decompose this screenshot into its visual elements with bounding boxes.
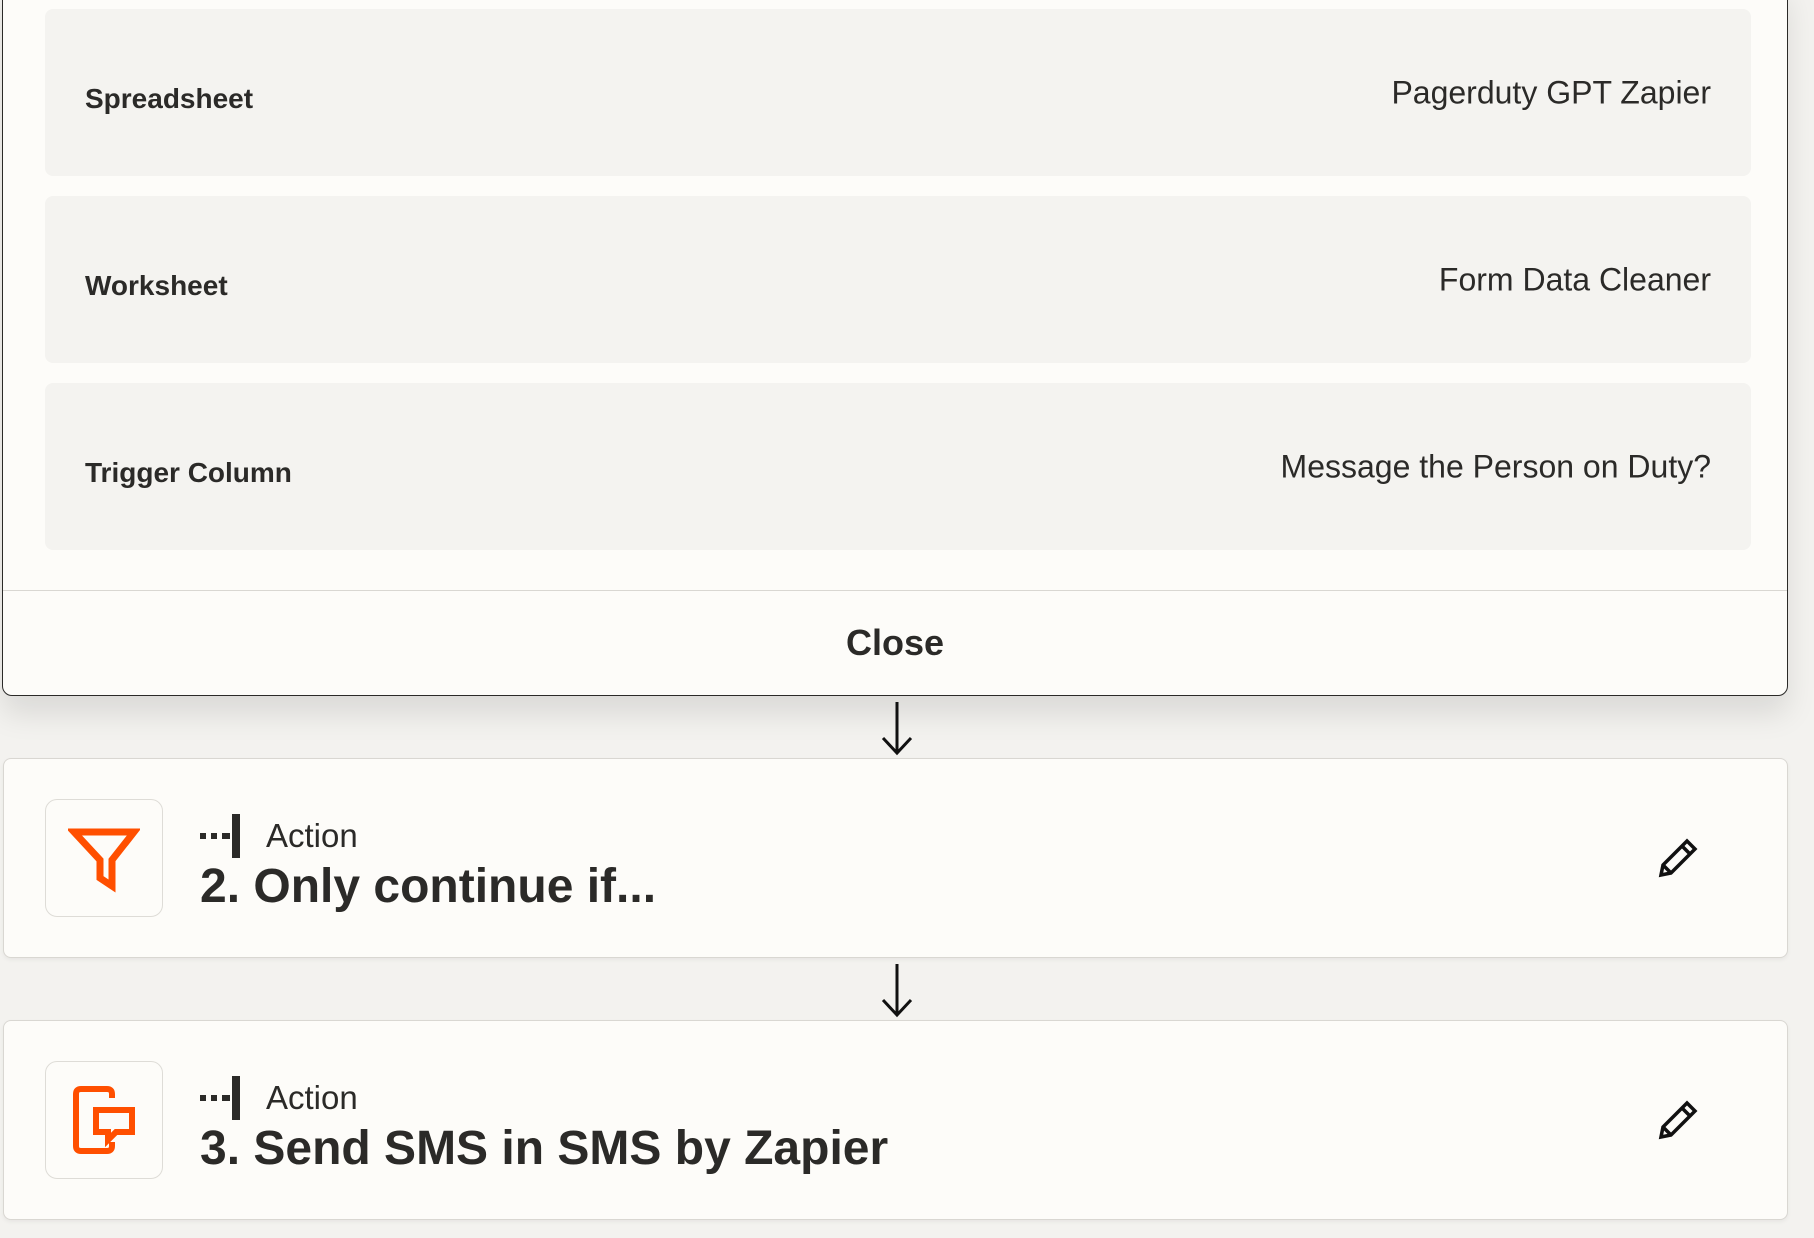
pencil-icon[interactable] [1653,833,1703,883]
field-label: Spreadsheet [85,82,254,114]
filter-icon [68,828,140,893]
field-row-worksheet[interactable]: Worksheet Form Data Cleaner [45,196,1751,363]
step-title: 3. Send SMS in SMS by Zapier [200,1122,889,1175]
action-step-icon [200,814,240,858]
step-app-icon [45,799,163,917]
step-kind: Action [200,1075,358,1121]
field-row-trigger-column[interactable]: Trigger Column Message the Person on Dut… [45,383,1751,550]
close-button[interactable]: Close [840,621,950,665]
field-value: Message the Person on Duty? [1280,448,1711,484]
step-kind-label: Action [266,1079,358,1116]
step-kind-label: Action [266,817,358,854]
field-value: Form Data Cleaner [1438,261,1711,297]
sms-icon [73,1086,135,1154]
arrow-down-icon [881,702,913,756]
step-title: 2. Only continue if... [200,860,657,913]
pencil-icon[interactable] [1653,1095,1703,1145]
step-kind: Action [200,813,358,859]
step-details-panel: Spreadsheet Pagerduty GPT Zapier Workshe… [2,0,1788,696]
step-card-sms[interactable]: Action 3. Send SMS in SMS by Zapier [3,1020,1788,1220]
step-app-icon [45,1061,163,1179]
field-value: Pagerduty GPT Zapier [1391,74,1711,110]
step-card-filter[interactable]: Action 2. Only continue if... [3,758,1788,958]
arrow-down-icon [881,964,913,1018]
field-row-spreadsheet[interactable]: Spreadsheet Pagerduty GPT Zapier [45,9,1751,176]
field-label: Worksheet [85,269,228,301]
field-label: Trigger Column [85,456,292,488]
panel-footer: Close [3,590,1787,695]
action-step-icon [200,1076,240,1120]
